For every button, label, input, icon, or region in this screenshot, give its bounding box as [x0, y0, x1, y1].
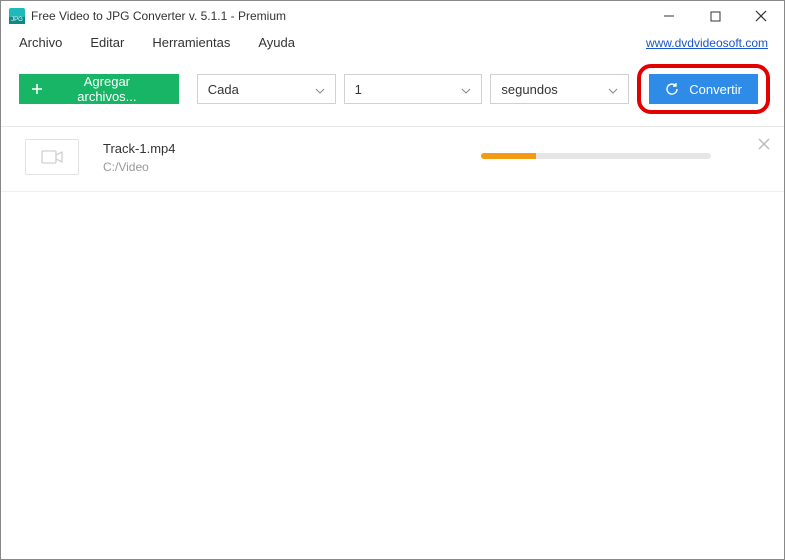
file-name: Track-1.mp4 — [103, 141, 175, 156]
list-item[interactable]: Track-1.mp4 C:/Video — [1, 127, 784, 192]
app-icon — [9, 8, 25, 24]
convert-highlight: Convertir — [637, 64, 770, 114]
mode-select-value: Cada — [208, 82, 239, 97]
close-button[interactable] — [738, 1, 784, 31]
progress-fill — [481, 153, 536, 159]
remove-item-button[interactable] — [758, 137, 770, 155]
website-link[interactable]: www.dvdvideosoft.com — [646, 36, 768, 50]
file-path: C:/Video — [103, 160, 175, 174]
plus-icon — [31, 83, 43, 95]
app-window: Free Video to JPG Converter v. 5.1.1 - P… — [0, 0, 785, 560]
titlebar: Free Video to JPG Converter v. 5.1.1 - P… — [1, 1, 784, 31]
unit-select-value: segundos — [501, 82, 557, 97]
chevron-down-icon — [315, 82, 325, 97]
menu-edit[interactable]: Editar — [90, 35, 124, 50]
progress-bar — [481, 153, 711, 159]
refresh-icon — [665, 82, 679, 96]
menu-tools[interactable]: Herramientas — [152, 35, 230, 50]
window-title: Free Video to JPG Converter v. 5.1.1 - P… — [31, 9, 286, 23]
video-thumbnail-icon — [25, 139, 79, 175]
toolbar: Agregar archivos... Cada 1 segundos — [1, 56, 784, 126]
menu-file[interactable]: Archivo — [19, 35, 62, 50]
menu-help[interactable]: Ayuda — [258, 35, 295, 50]
window-controls — [646, 1, 784, 31]
maximize-button[interactable] — [692, 1, 738, 31]
add-files-button[interactable]: Agregar archivos... — [19, 74, 179, 104]
add-files-label: Agregar archivos... — [53, 74, 161, 104]
chevron-down-icon — [461, 82, 471, 97]
file-info: Track-1.mp4 C:/Video — [103, 141, 175, 174]
convert-label: Convertir — [689, 82, 742, 97]
minimize-button[interactable] — [646, 1, 692, 31]
menubar: Archivo Editar Herramientas Ayuda www.dv… — [1, 31, 784, 56]
value-select[interactable]: 1 — [344, 74, 483, 104]
convert-button[interactable]: Convertir — [649, 74, 758, 104]
value-select-value: 1 — [355, 82, 362, 97]
unit-select[interactable]: segundos — [490, 74, 629, 104]
mode-select[interactable]: Cada — [197, 74, 336, 104]
chevron-down-icon — [608, 82, 618, 97]
file-list: Track-1.mp4 C:/Video — [1, 126, 784, 192]
